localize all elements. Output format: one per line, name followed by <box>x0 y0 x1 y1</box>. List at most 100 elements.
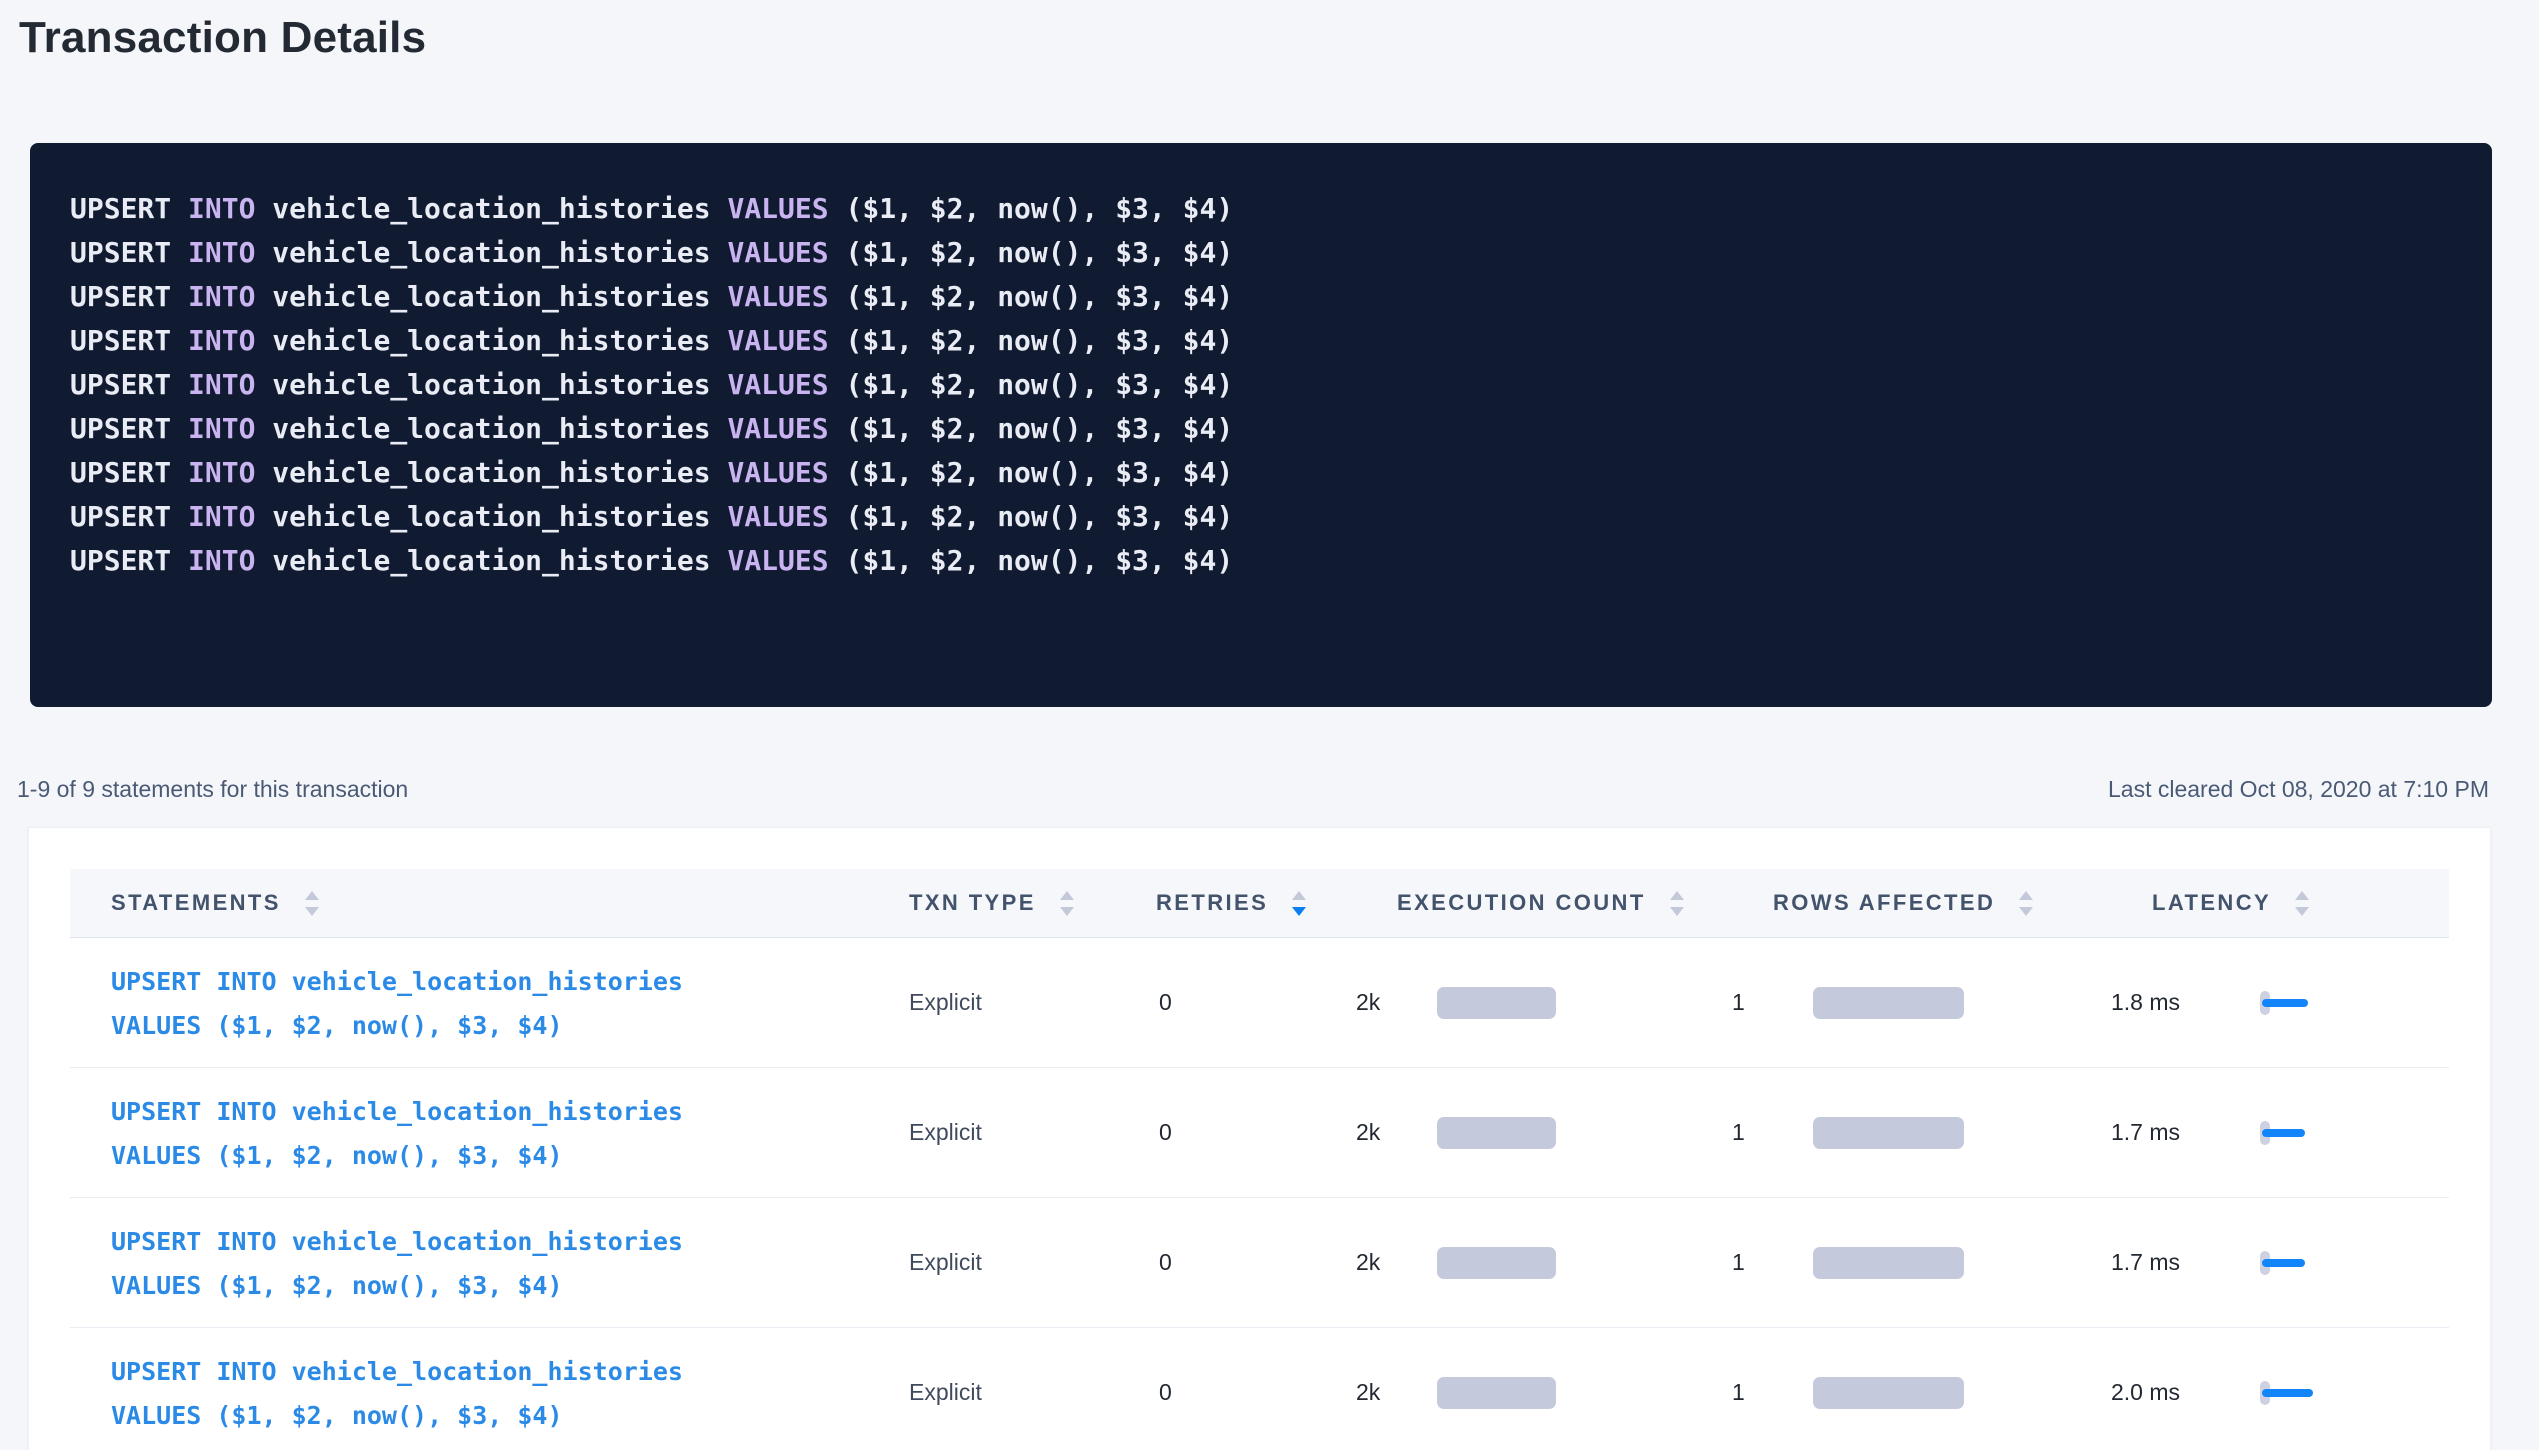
statements-summary: 1-9 of 9 statements for this transaction <box>17 775 408 803</box>
latency-bar-chart <box>2260 1251 2330 1275</box>
sort-down-icon <box>1060 907 1074 916</box>
sql-text: ($1, $2, now(), $3, $4) <box>829 324 1234 357</box>
column-label: LATENCY <box>2152 890 2271 916</box>
latency-cell: 1.8 ms <box>2111 938 2451 1067</box>
rows-affected-cell: 1 <box>1732 1328 2111 1450</box>
sql-statement-line: UPSERT INTO vehicle_location_histories V… <box>70 539 2452 583</box>
rows-affected-cell: 1 <box>1732 1198 2111 1327</box>
statement-line-2: VALUES ($1, $2, now(), $3, $4) <box>111 1004 683 1048</box>
statement-link[interactable]: UPSERT INTO vehicle_location_historiesVA… <box>111 1090 683 1178</box>
column-header-execution-count[interactable]: EXECUTION COUNT <box>1356 869 1732 937</box>
column-header-retries[interactable]: RETRIES <box>1115 869 1356 937</box>
sql-text: UPSERT <box>70 368 188 401</box>
column-header-rows-affected[interactable]: ROWS AFFECTED <box>1732 869 2111 937</box>
sql-text: ($1, $2, now(), $3, $4) <box>829 280 1234 313</box>
table-row: UPSERT INTO vehicle_location_historiesVA… <box>70 938 2449 1068</box>
latency-bar-chart <box>2260 1381 2330 1405</box>
table-meta-row: 1-9 of 9 statements for this transaction… <box>17 775 2489 803</box>
statements-table-card: STATEMENTS TXN TYPE RETRIESEXECUTION COUNT… <box>28 827 2491 1450</box>
statement-line-1: UPSERT INTO vehicle_location_histories <box>111 1220 683 1264</box>
execution-count-cell: 2k <box>1356 1198 1732 1327</box>
column-label: ROWS AFFECTED <box>1773 890 1995 916</box>
statement-line-2: VALUES ($1, $2, now(), $3, $4) <box>111 1264 683 1308</box>
latency-bar <box>2262 1389 2313 1397</box>
txn-type-cell: Explicit <box>868 1328 1115 1450</box>
txn-type-cell: Explicit <box>868 1198 1115 1327</box>
sql-statement-line: UPSERT INTO vehicle_location_histories V… <box>70 451 2452 495</box>
sql-text: ($1, $2, now(), $3, $4) <box>829 368 1234 401</box>
sort-up-icon <box>2019 891 2033 900</box>
statement-cell: UPSERT INTO vehicle_location_historiesVA… <box>70 1198 868 1327</box>
sort-up-icon <box>1670 891 1684 900</box>
sql-text: UPSERT <box>70 456 188 489</box>
sql-text: vehicle_location_histories <box>255 500 727 533</box>
table-row: UPSERT INTO vehicle_location_historiesVA… <box>70 1068 2449 1198</box>
sql-keyword: INTO <box>188 368 255 401</box>
latency-bar-chart <box>2260 1121 2330 1145</box>
last-cleared-label: Last cleared Oct 08, 2020 at 7:10 PM <box>2108 775 2489 803</box>
table-row: UPSERT INTO vehicle_location_historiesVA… <box>70 1328 2449 1450</box>
sort-up-icon <box>305 891 319 900</box>
retries-cell: 0 <box>1115 1198 1356 1327</box>
rows-affected-bar <box>1813 987 1964 1019</box>
sort-down-icon <box>305 907 319 916</box>
sql-keyword: VALUES <box>727 456 828 489</box>
statement-link[interactable]: UPSERT INTO vehicle_location_historiesVA… <box>111 1220 683 1308</box>
sort-up-icon <box>2295 891 2309 900</box>
column-header-txn-type[interactable]: TXN TYPE <box>868 869 1115 937</box>
execution-count-bar <box>1437 1377 1556 1409</box>
sql-text: ($1, $2, now(), $3, $4) <box>829 412 1234 445</box>
statement-cell: UPSERT INTO vehicle_location_historiesVA… <box>70 1068 868 1197</box>
statement-cell: UPSERT INTO vehicle_location_historiesVA… <box>70 938 868 1067</box>
statement-link[interactable]: UPSERT INTO vehicle_location_historiesVA… <box>111 1350 683 1438</box>
column-header-latency[interactable]: LATENCY <box>2111 869 2451 937</box>
rows-affected-bar <box>1813 1247 1964 1279</box>
sql-text: UPSERT <box>70 236 188 269</box>
sql-text: ($1, $2, now(), $3, $4) <box>829 456 1234 489</box>
sql-keyword: INTO <box>188 412 255 445</box>
sql-text: vehicle_location_histories <box>255 368 727 401</box>
sort-up-icon <box>1292 891 1306 900</box>
sql-text: UPSERT <box>70 192 188 225</box>
retries-cell: 0 <box>1115 1068 1356 1197</box>
statement-link[interactable]: UPSERT INTO vehicle_location_historiesVA… <box>111 960 683 1048</box>
retries-cell: 0 <box>1115 938 1356 1067</box>
sql-keyword: VALUES <box>727 236 828 269</box>
latency-value: 1.8 ms <box>2111 989 2260 1016</box>
latency-value: 1.7 ms <box>2111 1249 2260 1276</box>
sql-keyword: VALUES <box>727 192 828 225</box>
retries-cell: 0 <box>1115 1328 1356 1450</box>
sort-down-icon <box>1670 907 1684 916</box>
latency-cell: 2.0 ms <box>2111 1328 2451 1450</box>
column-label: STATEMENTS <box>111 890 281 916</box>
sort-arrows-icon <box>1060 891 1074 916</box>
sort-up-icon <box>1060 891 1074 900</box>
statement-line-1: UPSERT INTO vehicle_location_histories <box>111 1090 683 1134</box>
sql-text: vehicle_location_histories <box>255 456 727 489</box>
latency-value: 1.7 ms <box>2111 1119 2260 1146</box>
rows-affected-value: 1 <box>1732 1119 1813 1146</box>
column-header-statements[interactable]: STATEMENTS <box>70 869 868 937</box>
rows-affected-cell: 1 <box>1732 1068 2111 1197</box>
sql-text: UPSERT <box>70 280 188 313</box>
sql-keyword: VALUES <box>727 368 828 401</box>
latency-bar <box>2262 1259 2305 1267</box>
sql-keyword: VALUES <box>727 280 828 313</box>
sql-text: vehicle_location_histories <box>255 192 727 225</box>
statement-line-2: VALUES ($1, $2, now(), $3, $4) <box>111 1134 683 1178</box>
column-label: TXN TYPE <box>909 890 1036 916</box>
execution-count-value: 2k <box>1356 1379 1437 1406</box>
sql-text: vehicle_location_histories <box>255 236 727 269</box>
transaction-details-page: Transaction Details UPSERT INTO vehicle_… <box>0 10 2539 1450</box>
execution-count-bar <box>1437 1117 1556 1149</box>
execution-count-value: 2k <box>1356 989 1437 1016</box>
sql-keyword: INTO <box>188 500 255 533</box>
sort-arrows-icon <box>2019 891 2033 916</box>
sql-text: UPSERT <box>70 544 188 577</box>
execution-count-cell: 2k <box>1356 1328 1732 1450</box>
statement-line-1: UPSERT INTO vehicle_location_histories <box>111 1350 683 1394</box>
sql-statement-line: UPSERT INTO vehicle_location_histories V… <box>70 363 2452 407</box>
sql-keyword: VALUES <box>727 412 828 445</box>
sql-statement-line: UPSERT INTO vehicle_location_histories V… <box>70 407 2452 451</box>
sql-keyword: VALUES <box>727 500 828 533</box>
